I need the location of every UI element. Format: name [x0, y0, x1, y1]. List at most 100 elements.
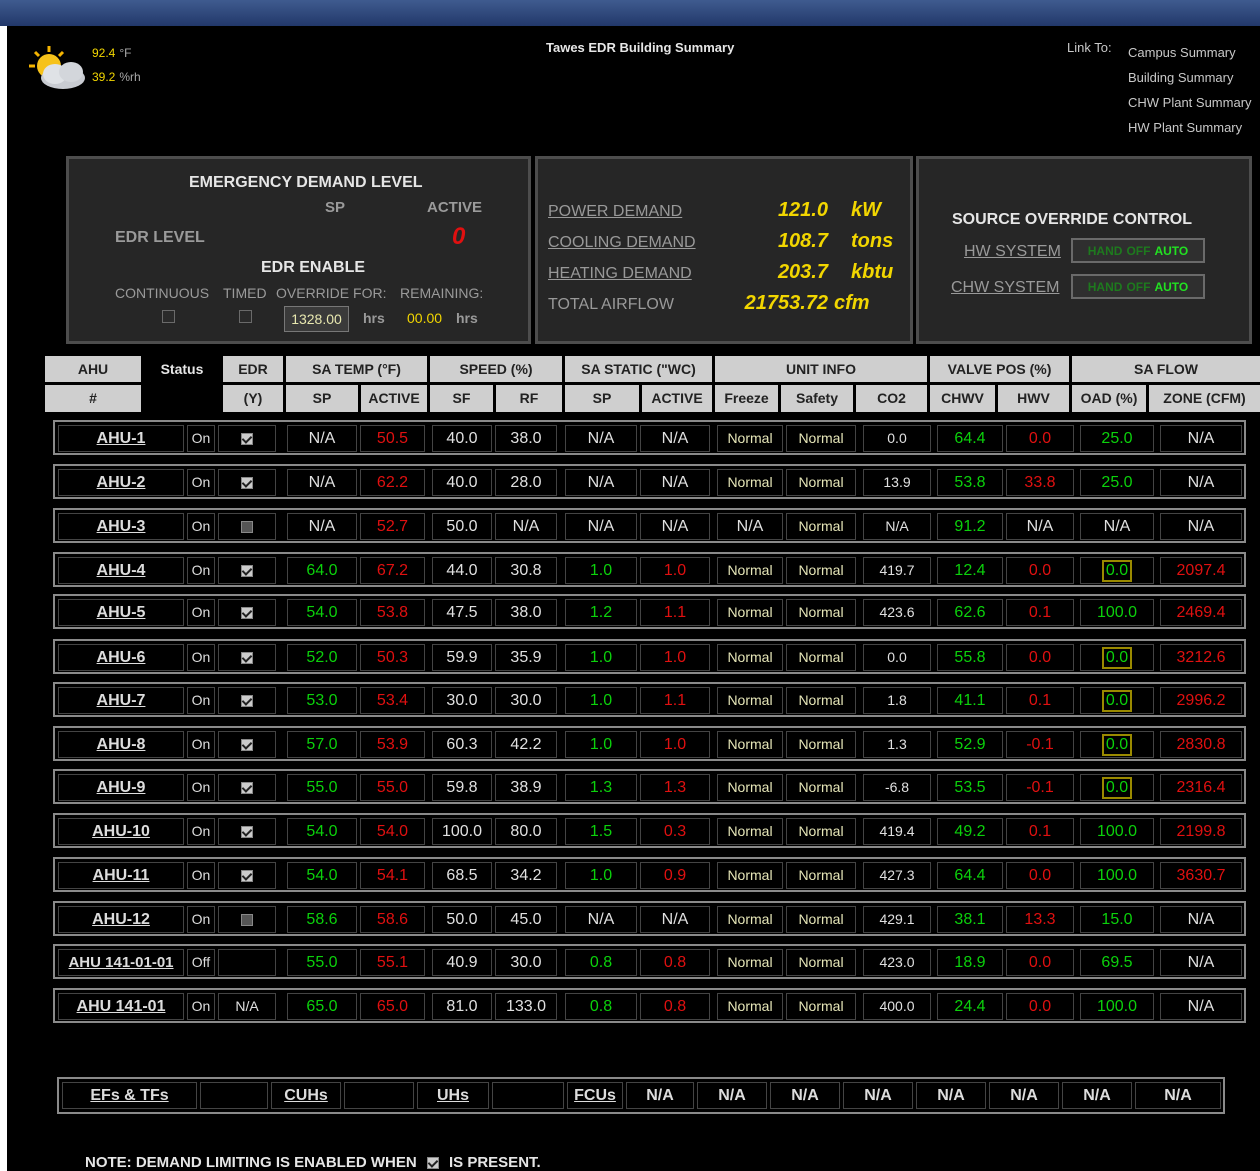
- cell-oad: 25.0: [1080, 425, 1154, 452]
- cell-freeze: Normal: [717, 818, 783, 845]
- table-row: AHU-11 On 54.0 54.1 68.5 34.2 1.0 0.9 Normal Norm…: [53, 857, 1246, 892]
- cell-hwv: -0.1: [1006, 731, 1074, 758]
- cell-st-sp: 1.2: [565, 599, 637, 626]
- cell-name[interactable]: AHU 141-01-01: [58, 949, 184, 976]
- sp-label: SP: [325, 199, 346, 216]
- cell-st-act: 1.0: [640, 644, 710, 671]
- cell-oad: 69.5: [1080, 949, 1154, 976]
- cell-edr: [218, 557, 276, 584]
- edr-checkbox-checked[interactable]: [241, 739, 253, 751]
- cell-co2: 427.3: [863, 862, 931, 889]
- link-chw-plant-summary[interactable]: CHW Plant Summary: [1128, 90, 1252, 115]
- hw-hand-option[interactable]: HAND: [1086, 244, 1125, 258]
- terminal-units-row: EFs & TFs CUHs UHs FCUs N/A N/A N/A N/A …: [57, 1077, 1225, 1114]
- cell-safety: Normal: [786, 993, 856, 1020]
- subheader-oad: OAD (%): [1072, 385, 1146, 412]
- cell-oad: 0.0: [1080, 557, 1154, 584]
- edr-checkbox-checked[interactable]: [241, 695, 253, 707]
- cell-sat-act: 54.0: [360, 818, 425, 845]
- cell-safety: Normal: [786, 513, 856, 540]
- cell-chwv: 24.4: [937, 993, 1003, 1020]
- cell-name[interactable]: AHU-7: [58, 687, 184, 714]
- source-override-title: SOURCE OVERRIDE CONTROL: [952, 211, 1193, 228]
- edr-checkbox-checked[interactable]: [241, 826, 253, 838]
- link-campus-summary[interactable]: Campus Summary: [1128, 40, 1252, 65]
- heating-demand-link[interactable]: HEATING DEMAND: [548, 265, 692, 283]
- cell-name[interactable]: AHU-10: [58, 818, 184, 845]
- chw-system-link[interactable]: CHW SYSTEM: [951, 279, 1059, 297]
- cell-oad: 0.0: [1080, 687, 1154, 714]
- cell-status: On: [187, 644, 215, 671]
- subheader-static-sp: SP: [565, 385, 639, 412]
- hw-hand-off-auto-switch[interactable]: HAND OFF AUTO: [1071, 238, 1205, 263]
- cell-sat-act: 55.0: [360, 774, 425, 801]
- fcus-link[interactable]: FCUs: [574, 1087, 616, 1104]
- cell-name[interactable]: AHU-9: [58, 774, 184, 801]
- cell-name[interactable]: AHU-2: [58, 469, 184, 496]
- cell-zone: 2830.8: [1160, 731, 1242, 758]
- edr-checkbox-checked[interactable]: [241, 782, 253, 794]
- chw-hand-option[interactable]: HAND: [1086, 280, 1125, 294]
- cell-st-act: 0.3: [640, 818, 710, 845]
- cuhs-link[interactable]: CUHs: [284, 1087, 328, 1104]
- cell-name[interactable]: AHU-4: [58, 557, 184, 584]
- cell-sf: 40.0: [432, 469, 492, 496]
- cell-freeze: Normal: [717, 469, 783, 496]
- cell-hwv: 13.3: [1006, 906, 1074, 933]
- outdoor-temperature: 92.4 °F: [92, 46, 132, 60]
- link-building-summary[interactable]: Building Summary: [1128, 65, 1252, 90]
- edr-checkbox-checked[interactable]: [241, 565, 253, 577]
- cell-freeze: Normal: [717, 425, 783, 452]
- cell-edr: [218, 469, 276, 496]
- edr-checkbox-empty[interactable]: [241, 521, 253, 533]
- edr-checkbox-checked[interactable]: [241, 870, 253, 882]
- cell-rf: 30.8: [495, 557, 557, 584]
- cell-st-sp: N/A: [565, 425, 637, 452]
- table-row: AHU-12 On 58.6 58.6 50.0 45.0 N/A N/A Normal Norm…: [53, 901, 1246, 936]
- continuous-checkbox[interactable]: [162, 310, 175, 323]
- cell-name[interactable]: AHU-12: [58, 906, 184, 933]
- link-to-label: Link To:: [1067, 40, 1112, 55]
- cell-name[interactable]: AHU-1: [58, 425, 184, 452]
- table-row: AHU-4 On 64.0 67.2 44.0 30.8 1.0 1.0 Normal Norma…: [53, 552, 1246, 587]
- cell-sf: 50.0: [432, 906, 492, 933]
- edr-checkbox-empty[interactable]: [241, 914, 253, 926]
- chw-auto-option[interactable]: AUTO: [1152, 280, 1190, 294]
- hw-off-option[interactable]: OFF: [1124, 244, 1152, 258]
- link-hw-plant-summary[interactable]: HW Plant Summary: [1128, 115, 1252, 140]
- cell-name[interactable]: AHU-8: [58, 731, 184, 758]
- override-hours-input[interactable]: 1328.00: [284, 306, 349, 332]
- cooling-demand-link[interactable]: COOLING DEMAND: [548, 234, 696, 252]
- cell-co2: N/A: [863, 513, 931, 540]
- cell-safety: Normal: [786, 469, 856, 496]
- timed-checkbox[interactable]: [239, 310, 252, 323]
- edr-checkbox-checked[interactable]: [241, 607, 253, 619]
- cell-freeze: Normal: [717, 862, 783, 889]
- cell-name[interactable]: AHU-11: [58, 862, 184, 889]
- power-demand-unit: kW: [851, 199, 881, 221]
- power-demand-link[interactable]: POWER DEMAND: [548, 203, 682, 221]
- cell-name[interactable]: AHU-5: [58, 599, 184, 626]
- chw-off-option[interactable]: OFF: [1124, 280, 1152, 294]
- uhs-link[interactable]: UHs: [437, 1087, 469, 1104]
- cell-name[interactable]: AHU 141-01: [58, 993, 184, 1020]
- edr-checkbox-checked[interactable]: [241, 652, 253, 664]
- table-row: AHU 141-01-01 Off 55.0 55.1 40.9 30.0 0.8 0.8 No…: [53, 944, 1246, 979]
- cell-sat-sp: 64.0: [287, 557, 357, 584]
- cell-name[interactable]: AHU-3: [58, 513, 184, 540]
- efs-tfs-link[interactable]: EFs & TFs: [90, 1087, 168, 1104]
- subheader-chwv: CHWV: [930, 385, 995, 412]
- edr-checkbox-checked[interactable]: [241, 477, 253, 489]
- chw-hand-off-auto-switch[interactable]: HAND OFF AUTO: [1071, 274, 1205, 299]
- hw-system-link[interactable]: HW SYSTEM: [964, 243, 1061, 261]
- cell-name[interactable]: AHU-6: [58, 644, 184, 671]
- cell-st-sp: 1.0: [565, 687, 637, 714]
- hw-auto-option[interactable]: AUTO: [1152, 244, 1190, 258]
- cell-freeze: Normal: [717, 687, 783, 714]
- subheader-freeze: Freeze: [715, 385, 778, 412]
- cell-edr: [218, 774, 276, 801]
- oad-highlight: 0.0: [1101, 734, 1133, 756]
- edr-checkbox-checked[interactable]: [241, 433, 253, 445]
- cell-edr: [218, 425, 276, 452]
- cell-sat-act: 53.8: [360, 599, 425, 626]
